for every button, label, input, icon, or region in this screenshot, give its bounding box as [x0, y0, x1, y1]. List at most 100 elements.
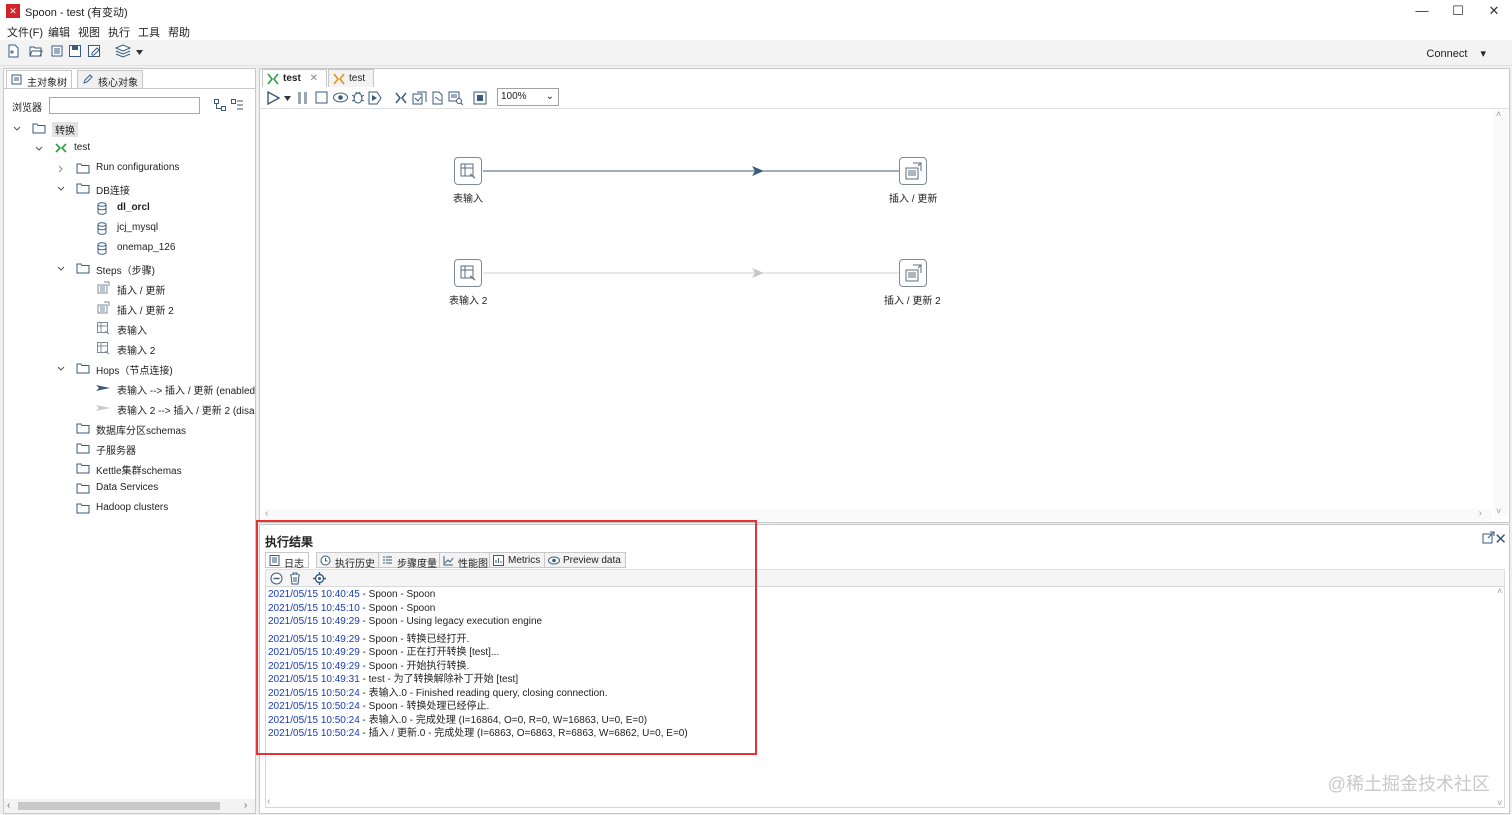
- chevron-down-icon[interactable]: [12, 124, 22, 134]
- canvas-vertical-scrollbar[interactable]: ˄ ˅: [1494, 109, 1508, 516]
- menu-view[interactable]: 视图: [78, 24, 100, 40]
- chevron-down-icon[interactable]: [56, 364, 66, 374]
- tree-item-hop-enabled[interactable]: 表输入 --> 插入 / 更新 (enabled): [4, 379, 255, 399]
- scroll-right-icon[interactable]: ›: [1479, 508, 1482, 519]
- scroll-down-icon[interactable]: ˅: [1496, 506, 1501, 516]
- tree-item-label: Hadoop clusters: [96, 502, 169, 513]
- menu-tools[interactable]: 工具: [138, 24, 160, 40]
- scroll-right-icon[interactable]: ›: [244, 800, 247, 811]
- chevron-right-icon[interactable]: [56, 164, 66, 174]
- step-table-input[interactable]: [454, 157, 482, 185]
- tree-item-step-table-input-2[interactable]: 表输入 2: [4, 339, 255, 359]
- sql-icon[interactable]: [430, 91, 444, 105]
- chevron-down-icon[interactable]: [34, 144, 44, 154]
- tree-item-db-onemap[interactable]: onemap_126: [4, 239, 255, 259]
- close-window-button[interactable]: ✕: [1474, 0, 1512, 22]
- step-insert-update-2[interactable]: [899, 259, 927, 287]
- verify-icon[interactable]: [394, 91, 408, 105]
- menu-help[interactable]: 帮助: [168, 24, 190, 40]
- scroll-left-icon[interactable]: ‹: [267, 796, 270, 807]
- save-as-icon[interactable]: [87, 44, 103, 60]
- menu-file[interactable]: 文件(F): [7, 24, 43, 40]
- browser-search-input[interactable]: [49, 97, 200, 114]
- tree-item-db-connections[interactable]: DB连接: [4, 179, 255, 199]
- tree-item-db-dl-orcl[interactable]: dl_orcl: [4, 199, 255, 219]
- impact-icon[interactable]: [412, 91, 427, 105]
- tab-divider: [4, 88, 255, 89]
- editor-tab-test-active[interactable]: test ✕: [262, 69, 327, 87]
- tree-item-partition-schemas[interactable]: 数据库分区schemas: [4, 419, 255, 439]
- horizontal-scrollbar[interactable]: ‹ ›: [4, 799, 255, 813]
- tree-item-steps[interactable]: Steps（步骤): [4, 259, 255, 279]
- folder-icon: [76, 362, 90, 375]
- chevron-down-icon[interactable]: [56, 184, 66, 194]
- tree-item-step-table-input[interactable]: 表输入: [4, 319, 255, 339]
- transformation-canvas[interactable]: 表输入 插入 / 更新 表输入 2 插入 / 更新 2: [263, 109, 1492, 516]
- scroll-left-icon[interactable]: ‹: [7, 800, 10, 811]
- tree-item-slave-servers[interactable]: 子服务器: [4, 439, 255, 459]
- tree-item-step-insert-update[interactable]: 插入 / 更新: [4, 279, 255, 299]
- tree-item-db-jcj-mysql[interactable]: jcj_mysql: [4, 219, 255, 239]
- layers-icon[interactable]: [115, 44, 131, 60]
- tree-item-hops[interactable]: Hops（节点连接): [4, 359, 255, 379]
- tab-core-objects[interactable]: 核心对象: [77, 70, 143, 89]
- zoom-select[interactable]: 100% ⌄: [497, 88, 559, 106]
- menu-run[interactable]: 执行: [108, 24, 130, 40]
- editor-tab-test-job[interactable]: test: [328, 69, 375, 87]
- tree-item-label: 表输入 2: [117, 346, 156, 357]
- scroll-up-icon[interactable]: ˄: [1496, 109, 1501, 119]
- open-folder-icon[interactable]: [29, 44, 45, 60]
- tree-item-label: 表输入 2 --> 插入 / 更新 2 (disabled): [117, 406, 255, 417]
- collapse-all-icon[interactable]: [231, 99, 243, 111]
- log-vertical-scrollbar[interactable]: ˄ ˅: [1495, 586, 1507, 808]
- maximize-button[interactable]: ☐: [1438, 0, 1478, 22]
- stop-icon[interactable]: [315, 91, 328, 104]
- replay-icon[interactable]: [368, 91, 382, 105]
- step-insert-update[interactable]: [899, 157, 927, 185]
- minimize-button[interactable]: —: [1402, 0, 1442, 22]
- step-table-input-2[interactable]: [454, 259, 482, 287]
- tree-item-test[interactable]: test: [4, 139, 255, 159]
- scroll-up-icon[interactable]: ˄: [1497, 586, 1502, 596]
- connect-button[interactable]: Connect ▾: [1426, 47, 1486, 60]
- editor-tab-label: test: [283, 73, 301, 84]
- close-panel-icon[interactable]: ✕: [1494, 530, 1507, 548]
- scroll-left-icon[interactable]: ‹: [265, 508, 268, 519]
- database-icon: [97, 222, 111, 235]
- insert-update-icon: [905, 162, 922, 180]
- tree-item-data-services[interactable]: Data Services: [4, 479, 255, 499]
- tree-item-kettle-cluster-schemas[interactable]: Kettle集群schemas: [4, 459, 255, 479]
- scrollbar-thumb[interactable]: [18, 802, 220, 810]
- grid-align-icon[interactable]: [473, 91, 487, 105]
- tab-main-tree[interactable]: 主对象树: [6, 70, 72, 89]
- transform-icon: [267, 73, 279, 85]
- folder-icon: [76, 502, 90, 515]
- preview-eye-icon[interactable]: [333, 91, 348, 104]
- folder-icon: [76, 262, 90, 275]
- tree-item-hadoop-clusters[interactable]: Hadoop clusters: [4, 499, 255, 519]
- tree-item-hop-disabled[interactable]: 表输入 2 --> 插入 / 更新 2 (disabled): [4, 399, 255, 419]
- explore-db-icon[interactable]: [448, 91, 463, 105]
- scroll-down-icon[interactable]: ˅: [1497, 798, 1502, 808]
- app-icon: ✕: [6, 4, 20, 18]
- new-file-icon[interactable]: [6, 44, 22, 60]
- maximize-panel-icon[interactable]: [1482, 531, 1495, 544]
- save-icon[interactable]: [68, 44, 84, 60]
- debug-bug-icon[interactable]: [351, 90, 365, 105]
- log-horizontal-scrollbar[interactable]: ‹: [265, 796, 1493, 809]
- pause-icon[interactable]: [297, 91, 309, 105]
- run-icon[interactable]: [266, 91, 280, 105]
- tree-item-run-configurations[interactable]: Run configurations: [4, 159, 255, 179]
- expand-all-icon[interactable]: [214, 99, 226, 111]
- folder-icon: [76, 182, 90, 195]
- folder-icon: [76, 422, 90, 435]
- step-label: 表输入: [453, 194, 483, 205]
- menu-edit[interactable]: 编辑: [48, 24, 70, 40]
- tree-item-step-insert-update-2[interactable]: 插入 / 更新 2: [4, 299, 255, 319]
- tab-close-icon[interactable]: ✕: [310, 73, 318, 84]
- explore-repo-icon[interactable]: [50, 44, 66, 60]
- tree-item-transforms[interactable]: 转换: [4, 119, 255, 139]
- run-dropdown-icon[interactable]: [284, 96, 291, 101]
- chevron-down-icon[interactable]: [56, 264, 66, 274]
- layers-dropdown-icon[interactable]: [136, 50, 143, 55]
